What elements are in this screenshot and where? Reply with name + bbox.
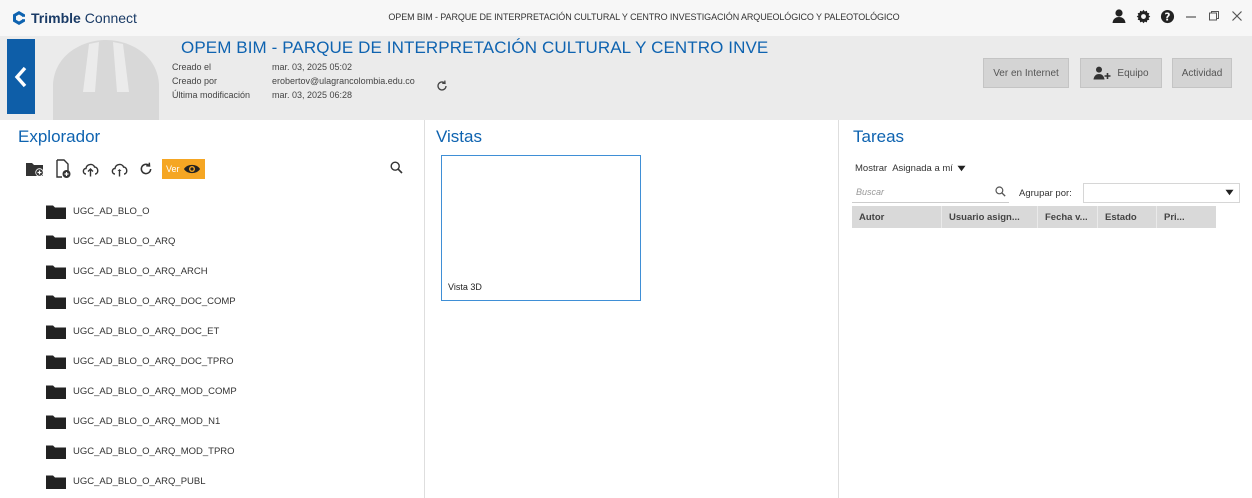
- show-filter-dropdown[interactable]: Asignada a mí: [890, 163, 968, 174]
- folder-icon: [46, 265, 66, 279]
- folder-list: UGC_AD_BLO_O UGC_AD_BLO_O_ARQ UGC_AD_BLO_O…: [46, 196, 237, 496]
- folder-name: UGC_AD_BLO_O_ARQ_DOC_COMP: [73, 295, 236, 307]
- restore-icon[interactable]: [1207, 9, 1221, 23]
- folder-item[interactable]: UGC_AD_BLO_O_ARQ_PUBL: [46, 466, 237, 496]
- explorer-toolbar: Ver: [25, 156, 205, 182]
- folder-icon: [46, 445, 66, 459]
- folder-name: UGC_AD_BLO_O_ARQ_MOD_N1: [73, 415, 221, 427]
- view-online-button[interactable]: Ver en Internet: [983, 58, 1069, 88]
- task-table-header: Autor Usuario asign... Fecha v... Estado…: [852, 206, 1216, 228]
- column-header[interactable]: Usuario asign...: [942, 206, 1038, 228]
- team-button[interactable]: Equipo: [1080, 58, 1162, 88]
- svg-text:?: ?: [1165, 11, 1171, 23]
- task-search-placeholder: Buscar: [856, 187, 885, 197]
- activity-button[interactable]: Actividad: [1172, 58, 1232, 88]
- folder-name: UGC_AD_BLO_O_ARQ_MOD_TPRO: [73, 445, 235, 457]
- meta-value: erobertov@ulagrancolombia.edu.co: [272, 76, 415, 86]
- meta-row-modified: Última modificación mar. 03, 2025 06:28: [172, 88, 415, 102]
- folder-item[interactable]: UGC_AD_BLO_O: [46, 196, 237, 226]
- folder-item[interactable]: UGC_AD_BLO_O_ARQ_DOC_ET: [46, 316, 237, 346]
- folder-icon: [46, 325, 66, 339]
- folder-item[interactable]: UGC_AD_BLO_O_ARQ_MOD_TPRO: [46, 436, 237, 466]
- folder-icon: [46, 235, 66, 249]
- tasks-title: Tareas: [853, 127, 905, 146]
- window-controls: ?: [1111, 8, 1244, 24]
- new-folder-icon[interactable]: [25, 160, 45, 178]
- close-icon[interactable]: [1230, 9, 1244, 23]
- folder-icon: [46, 295, 66, 309]
- folder-icon: [46, 355, 66, 369]
- eye-icon: [183, 164, 200, 174]
- dropdown-arrow-icon: [1225, 189, 1234, 196]
- explorer-title: Explorador: [18, 127, 101, 146]
- team-button-label: Equipo: [1117, 67, 1149, 79]
- user-icon[interactable]: [1111, 8, 1127, 24]
- project-title: OPEM BIM - PARQUE DE INTERPRETACIÓN CULT…: [181, 38, 769, 57]
- meta-row-creator: Creado por erobertov@ulagrancolombia.edu.…: [172, 74, 415, 88]
- meta-label: Creado el: [172, 62, 212, 72]
- show-label: Mostrar: [855, 163, 888, 174]
- help-icon[interactable]: ?: [1160, 9, 1175, 24]
- tasks-show-filter: Mostrar Asignada a mí: [855, 163, 968, 174]
- upload-folder-icon[interactable]: [110, 160, 130, 178]
- refresh-icon[interactable]: [139, 162, 153, 176]
- column-header[interactable]: Pri...: [1157, 206, 1216, 228]
- folder-item[interactable]: UGC_AD_BLO_O_ARQ_DOC_TPRO: [46, 346, 237, 376]
- meta-value: mar. 03, 2025 05:02: [272, 62, 353, 72]
- folder-item[interactable]: UGC_AD_BLO_O_ARQ: [46, 226, 237, 256]
- chevron-left-icon: [14, 66, 27, 87]
- folder-icon: [46, 475, 66, 489]
- folder-item[interactable]: UGC_AD_BLO_O_ARQ_DOC_COMP: [46, 286, 237, 316]
- folder-icon: [46, 205, 66, 219]
- folder-name: UGC_AD_BLO_O: [73, 205, 150, 217]
- show-filter-value: Asignada a mí: [892, 163, 953, 174]
- folder-name: UGC_AD_BLO_O_ARQ_DOC_TPRO: [73, 355, 234, 367]
- ver-label: Ver: [166, 164, 180, 174]
- explorer-search-icon[interactable]: [390, 161, 403, 174]
- sync-icon[interactable]: [436, 80, 448, 92]
- folder-item[interactable]: UGC_AD_BLO_O_ARQ_ARCH: [46, 256, 237, 286]
- panel-divider: [838, 120, 839, 498]
- column-header[interactable]: Fecha v...: [1038, 206, 1098, 228]
- folder-name: UGC_AD_BLO_O_ARQ_MOD_COMP: [73, 385, 237, 397]
- project-meta: Creado el mar. 03, 2025 05:02 Creado por e…: [172, 60, 415, 102]
- folder-name: UGC_AD_BLO_O_ARQ: [73, 235, 176, 247]
- dropdown-arrow-icon: [957, 165, 966, 172]
- meta-value: mar. 03, 2025 06:28: [272, 90, 353, 100]
- add-user-icon: [1093, 66, 1111, 80]
- folder-name: UGC_AD_BLO_O_ARQ_ARCH: [73, 265, 208, 277]
- project-header: OPEM BIM - PARQUE DE INTERPRETACIÓN CULT…: [0, 36, 1252, 120]
- column-header[interactable]: Estado: [1098, 206, 1157, 228]
- meta-label: Última modificación: [172, 90, 251, 100]
- ver-toggle-button[interactable]: Ver: [162, 159, 205, 179]
- window-title-wrap: OPEM BIM - PARQUE DE INTERPRETACIÓN CULT…: [0, 12, 1252, 22]
- gear-icon[interactable]: [1136, 9, 1151, 24]
- upload-file-icon[interactable]: [81, 160, 101, 178]
- meta-label: Creado por: [172, 76, 218, 86]
- search-icon: [995, 186, 1006, 197]
- folder-icon: [46, 415, 66, 429]
- title-bar: Trimble Connect OPEM BIM - PARQUE DE INT…: [0, 0, 1252, 36]
- folder-icon: [46, 385, 66, 399]
- minimize-icon[interactable]: [1184, 9, 1198, 23]
- folder-name: UGC_AD_BLO_O_ARQ_DOC_ET: [73, 325, 220, 337]
- group-by-label: Agrupar por:: [1019, 188, 1072, 199]
- folder-name: UGC_AD_BLO_O_ARQ_PUBL: [73, 475, 206, 487]
- views-title: Vistas: [436, 127, 482, 146]
- panel-divider: [424, 120, 425, 498]
- folder-item[interactable]: UGC_AD_BLO_O_ARQ_MOD_N1: [46, 406, 237, 436]
- folder-item[interactable]: UGC_AD_BLO_O_ARQ_MOD_COMP: [46, 376, 237, 406]
- window-title: OPEM BIM - PARQUE DE INTERPRETACIÓN CULT…: [388, 12, 900, 22]
- view-card-label: Vista 3D: [448, 282, 482, 292]
- group-by-dropdown[interactable]: [1083, 183, 1240, 203]
- project-thumbnail-helmet-icon: [53, 40, 159, 120]
- meta-row-created: Creado el mar. 03, 2025 05:02: [172, 60, 415, 74]
- task-search-input[interactable]: Buscar: [852, 183, 1009, 203]
- view-card-3d[interactable]: Vista 3D: [441, 155, 641, 301]
- column-header[interactable]: Autor: [852, 206, 942, 228]
- back-button[interactable]: [7, 39, 35, 114]
- new-file-icon[interactable]: [54, 159, 72, 179]
